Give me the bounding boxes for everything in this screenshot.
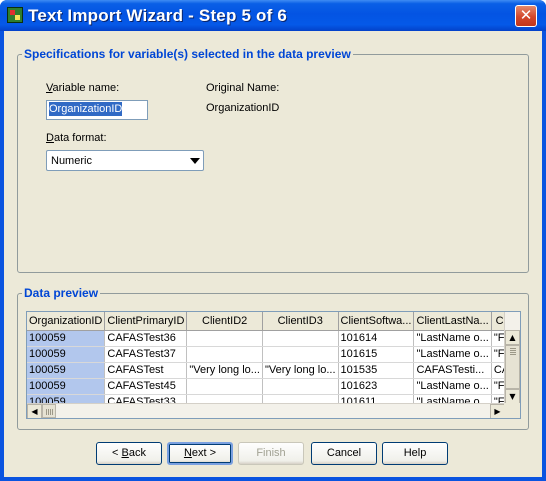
- data-format-label-text: ata format:: [53, 132, 107, 144]
- grip-icon: [510, 348, 516, 356]
- data-format-value: Numeric: [51, 155, 92, 167]
- table-cell[interactable]: [262, 330, 339, 347]
- table-cell[interactable]: "Very long lo...: [262, 362, 339, 379]
- scroll-right-icon: ▶: [494, 407, 501, 416]
- data-preview-legend: Data preview: [22, 286, 101, 300]
- scroll-left-icon: ◀: [31, 407, 38, 416]
- original-name-value: OrganizationID: [206, 102, 280, 114]
- variable-name-value: OrganizationID: [49, 102, 123, 116]
- table-cell[interactable]: 101615: [338, 346, 415, 363]
- scroll-up-icon: ▲: [509, 333, 516, 342]
- help-button[interactable]: Help: [382, 442, 448, 465]
- scroll-left-button[interactable]: ◀: [27, 404, 42, 418]
- column-header[interactable]: ClientLastNa...: [413, 312, 492, 331]
- data-format-accelerator: D: [46, 132, 54, 144]
- table-cell[interactable]: CAFASTest: [104, 362, 188, 379]
- data-format-dropdown[interactable]: Numeric: [46, 150, 204, 171]
- back-label-pre: <: [112, 447, 122, 459]
- table-cell[interactable]: CAFASTesti...: [413, 362, 492, 379]
- table-cell[interactable]: 101614: [338, 330, 415, 347]
- close-icon: ✕: [519, 6, 533, 24]
- chevron-down-icon: [190, 158, 200, 164]
- original-name-label: Original Name:: [206, 82, 280, 94]
- table-row: 100059 CAFASTest "Very long lo... "Very …: [27, 362, 520, 379]
- table-cell[interactable]: CAFASTest36: [104, 330, 188, 347]
- vertical-scrollbar[interactable]: ▲ ▼: [504, 312, 520, 404]
- table-cell[interactable]: [186, 330, 263, 347]
- data-format-label: Data format:: [46, 132, 107, 144]
- app-icon: [7, 7, 23, 23]
- table-cell[interactable]: "LastName o...: [413, 378, 492, 395]
- table-cell[interactable]: 101535: [338, 362, 415, 379]
- column-header[interactable]: ClientID3: [262, 312, 339, 331]
- table-cell[interactable]: [262, 378, 339, 395]
- vertical-scroll-thumb[interactable]: [505, 345, 520, 389]
- finish-button[interactable]: Finish: [238, 442, 304, 465]
- cancel-button[interactable]: Cancel: [311, 442, 377, 465]
- variable-name-field[interactable]: OrganizationID: [46, 100, 148, 120]
- variable-name-label-text: ariable name:: [52, 82, 120, 94]
- dialog-window: Text Import Wizard - Step 5 of 6 ✕ Speci…: [0, 0, 546, 481]
- scroll-down-icon: ▼: [509, 392, 516, 401]
- table-cell[interactable]: CAFASTest37: [104, 346, 188, 363]
- table-cell[interactable]: [262, 346, 339, 363]
- table-cell[interactable]: 100059: [27, 362, 106, 379]
- grip-icon: [46, 409, 54, 415]
- next-button[interactable]: Next >: [167, 442, 233, 465]
- back-accelerator: B: [121, 447, 129, 459]
- column-header[interactable]: ClientSoftwa...: [338, 312, 415, 331]
- table-cell[interactable]: [186, 346, 263, 363]
- next-label-post: ext >: [191, 447, 217, 459]
- horizontal-scrollbar[interactable]: ◀ ▶: [27, 403, 520, 418]
- column-header[interactable]: ClientID2: [186, 312, 263, 331]
- data-preview-table: OrganizationID ClientPrimaryID ClientID2…: [27, 312, 520, 411]
- next-accelerator: N: [183, 447, 192, 459]
- scroll-up-button[interactable]: ▲: [505, 330, 520, 345]
- table-cell[interactable]: CAFASTest45: [104, 378, 188, 395]
- table-cell[interactable]: "LastName o...: [413, 346, 492, 363]
- table-cell[interactable]: 100059: [27, 346, 106, 363]
- variable-name-label: Variable name:: [46, 82, 119, 94]
- table-cell[interactable]: 100059: [27, 378, 106, 395]
- column-header[interactable]: ClientPrimaryID: [104, 312, 188, 331]
- table-cell[interactable]: "LastName o...: [413, 330, 492, 347]
- scrollbar-corner: [504, 403, 520, 418]
- horizontal-scroll-thumb[interactable]: [42, 404, 56, 418]
- close-button[interactable]: ✕: [515, 5, 537, 27]
- data-preview-group: Data preview OrganizationID ClientPrimar…: [17, 286, 529, 430]
- table-cell[interactable]: 100059: [27, 330, 106, 347]
- scroll-down-button[interactable]: ▼: [505, 389, 520, 404]
- data-preview-grid[interactable]: OrganizationID ClientPrimaryID ClientID2…: [26, 311, 521, 419]
- dialog-body: Specifications for variable(s) selected …: [4, 31, 542, 477]
- header-row: OrganizationID ClientPrimaryID ClientID2…: [27, 312, 520, 331]
- scroll-right-button[interactable]: ▶: [490, 404, 505, 418]
- table-row: 100059 CAFASTest45 101623 "LastName o...…: [27, 378, 520, 395]
- back-button[interactable]: < Back: [96, 442, 162, 465]
- table-cell[interactable]: "Very long lo...: [186, 362, 263, 379]
- specifications-legend: Specifications for variable(s) selected …: [22, 47, 353, 61]
- title-bar[interactable]: Text Import Wizard - Step 5 of 6 ✕: [0, 0, 546, 31]
- specifications-group: Specifications for variable(s) selected …: [17, 47, 529, 273]
- back-label-post: ack: [128, 447, 146, 459]
- table-row: 100059 CAFASTest37 101615 "LastName o...…: [27, 346, 520, 363]
- table-cell[interactable]: [186, 378, 263, 395]
- window-title: Text Import Wizard - Step 5 of 6: [28, 6, 288, 25]
- table-cell[interactable]: 101623: [338, 378, 415, 395]
- column-header[interactable]: OrganizationID: [27, 312, 106, 331]
- table-row: 100059 CAFASTest36 101614 "LastName o...…: [27, 330, 520, 347]
